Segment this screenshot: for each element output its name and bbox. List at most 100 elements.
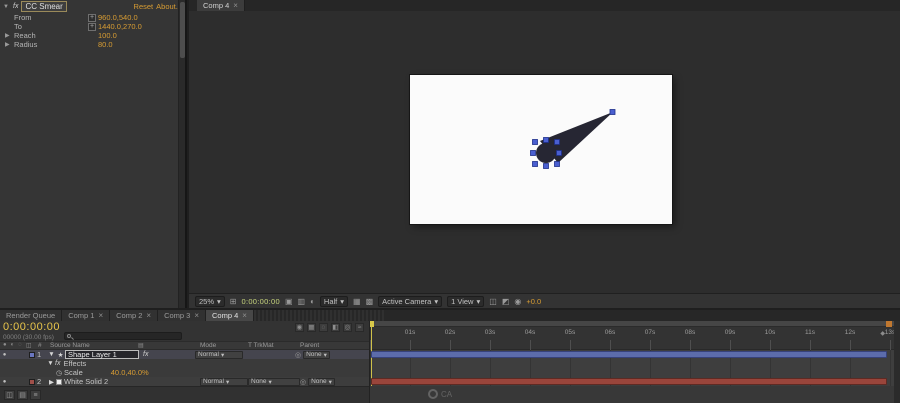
snapshot-icon[interactable]: ▣ xyxy=(285,296,293,307)
pixel-aspect-icon[interactable]: ◫ xyxy=(489,296,497,307)
expand-transfer-icon[interactable]: ▤ xyxy=(17,390,28,400)
toggle-switches-modes-icon[interactable]: ≡ xyxy=(30,390,41,400)
effect-expander-icon[interactable]: ▼ xyxy=(3,4,10,10)
parent-select[interactable]: None ▾ xyxy=(303,351,330,359)
close-icon[interactable]: × xyxy=(146,311,151,320)
pickwhip-icon[interactable]: ◎ xyxy=(300,378,306,386)
property-row-scale[interactable]: ◷ Scale 40.0,40.0% xyxy=(0,368,369,377)
work-area-bar[interactable] xyxy=(370,321,894,327)
layer-color-chip[interactable] xyxy=(29,379,35,385)
close-icon[interactable]: × xyxy=(242,311,247,320)
motion-blur-icon[interactable]: ◎ xyxy=(343,323,352,332)
trkmat-column-header[interactable]: T TrkMat xyxy=(248,342,300,349)
shy-icon[interactable]: ◌ xyxy=(319,323,328,332)
layer-expander-icon[interactable]: ▼ xyxy=(47,351,56,358)
layer-row-white-solid-2[interactable]: ● 2 ▶ White Solid 2 Normal ▾ xyxy=(0,377,369,386)
layer-bar-shape-layer-1[interactable] xyxy=(371,351,887,358)
layer-switches[interactable]: fx xyxy=(139,351,195,358)
zoom-select[interactable]: 25% ▾ xyxy=(195,296,225,307)
work-area-end-handle[interactable] xyxy=(886,321,892,327)
exposure-value[interactable]: +0.0 xyxy=(526,297,541,306)
comp-marker-bin-icon[interactable]: ◆ xyxy=(880,330,885,337)
tab-comp-2[interactable]: Comp 2 × xyxy=(110,310,158,321)
timeline-vertical-scrollbar[interactable] xyxy=(894,321,900,403)
fx-switch-icon[interactable]: fx xyxy=(143,351,148,358)
param-value[interactable]: 80.0 xyxy=(98,40,113,49)
tab-comp-4-timeline[interactable]: Comp 4 × xyxy=(206,310,254,321)
tab-render-queue[interactable]: Render Queue xyxy=(0,310,62,321)
composition-viewport[interactable] xyxy=(410,75,672,224)
blend-mode-select[interactable]: Normal ▾ xyxy=(195,351,243,359)
close-icon[interactable]: × xyxy=(98,311,103,320)
layer-color-chip[interactable] xyxy=(29,352,35,358)
draft-3d-icon[interactable]: ▦ xyxy=(307,323,316,332)
group-expander-icon[interactable]: ▼ xyxy=(46,360,55,367)
show-snapshot-icon[interactable]: ▥ xyxy=(298,296,306,307)
close-icon[interactable]: × xyxy=(233,1,238,10)
parent-column-header[interactable]: Parent xyxy=(300,342,366,349)
point-picker-icon[interactable]: + xyxy=(88,14,96,22)
effect-reset-link[interactable]: Reset xyxy=(134,2,154,11)
tab-label: Comp 1 xyxy=(68,311,94,320)
search-box[interactable] xyxy=(64,332,182,340)
camera-select[interactable]: Active Camera ▾ xyxy=(378,296,442,307)
live-update-icon[interactable]: ◉ xyxy=(295,323,304,332)
param-value[interactable]: 1440.0,270.0 xyxy=(98,22,142,31)
tab-label: Comp 4 xyxy=(203,1,229,10)
search-input[interactable] xyxy=(74,333,179,339)
property-group-row-effects[interactable]: ▼ fx Effects xyxy=(0,359,369,368)
tab-label: Comp 2 xyxy=(116,311,142,320)
layer-number: 1 xyxy=(37,350,47,359)
source-name-column-header[interactable]: Source Name xyxy=(50,342,138,349)
fast-preview-icon[interactable]: ◩ xyxy=(502,296,510,307)
panel-drag-grip[interactable] xyxy=(254,310,384,321)
channels-icon[interactable]: ◐ xyxy=(310,296,315,307)
switches-column-header: ▤ xyxy=(138,342,200,349)
layer-name[interactable]: White Solid 2 xyxy=(64,377,144,386)
view-layout-select[interactable]: 1 View ▾ xyxy=(447,296,484,307)
effect-controls-scrollbar[interactable] xyxy=(178,0,185,308)
transparency-grid-icon[interactable]: ▩ xyxy=(366,296,374,307)
layer-name-edit-field[interactable]: Shape Layer 1 xyxy=(65,350,139,359)
param-expander-icon[interactable]: ▶ xyxy=(5,32,12,39)
timeline-panel: Render Queue Comp 1 × Comp 2 × Comp 3 × … xyxy=(0,310,900,403)
timeline-tabstrip: Render Queue Comp 1 × Comp 2 × Comp 3 × … xyxy=(0,310,900,321)
scale-value[interactable]: 40.0,40.0% xyxy=(111,368,149,377)
layer-row-shape-layer-1[interactable]: ● 1 ▼ ★ Shape Layer 1 fx Normal ▾ xyxy=(0,350,369,359)
visibility-toggle-icon[interactable]: ● xyxy=(0,379,9,385)
visibility-toggle-icon[interactable]: ● xyxy=(0,352,9,358)
param-value[interactable]: 100.0 xyxy=(98,31,117,40)
point-picker-icon[interactable]: + xyxy=(88,23,96,31)
expand-switches-icon[interactable]: ◫ xyxy=(4,390,15,400)
tab-comp-1[interactable]: Comp 1 × xyxy=(62,310,110,321)
layer-bar-white-solid-2[interactable] xyxy=(371,378,887,385)
scrollbar-thumb[interactable] xyxy=(180,2,185,58)
param-expander-icon[interactable]: ▶ xyxy=(5,41,12,48)
time-ruler[interactable]: 01s 02s 03s 04s 05s 06s 07s 08s 09s 10s … xyxy=(370,321,894,350)
trkmat-select[interactable]: None ▾ xyxy=(248,378,300,386)
region-of-interest-icon[interactable]: ▦ xyxy=(353,296,361,307)
parent-select[interactable]: None ▾ xyxy=(308,378,335,386)
current-time-display[interactable]: 0:00:00:00 xyxy=(3,321,60,333)
comp-timecode[interactable]: 0:00:00:00 xyxy=(241,297,279,306)
param-label: From xyxy=(14,13,86,22)
effect-name[interactable]: CC Smear xyxy=(21,1,66,12)
mode-column-header[interactable]: Mode xyxy=(200,342,248,349)
blend-mode-select[interactable]: Normal ▾ xyxy=(200,378,248,386)
tab-comp-4[interactable]: Comp 4 × xyxy=(197,0,245,11)
composition-tabstrip: Comp 4 × xyxy=(189,0,900,11)
graph-editor-icon[interactable]: ≈ xyxy=(355,323,364,332)
exposure-icon[interactable]: ◉ xyxy=(514,296,521,307)
close-icon[interactable]: × xyxy=(194,311,199,320)
frame-blend-icon[interactable]: ◧ xyxy=(331,323,340,332)
property-label[interactable]: Scale xyxy=(64,368,83,377)
param-value[interactable]: 960.0,540.0 xyxy=(98,13,138,22)
pickwhip-icon[interactable]: ◎ xyxy=(295,351,301,359)
property-group-label[interactable]: Effects xyxy=(63,359,86,368)
smear-blob[interactable] xyxy=(536,143,556,163)
stopwatch-icon[interactable]: ◷ xyxy=(54,369,64,377)
tab-comp-3[interactable]: Comp 3 × xyxy=(158,310,206,321)
resolution-select[interactable]: Half ▾ xyxy=(320,296,348,307)
safe-margins-icon[interactable]: ⊞ xyxy=(230,296,237,307)
layer-expander-icon[interactable]: ▶ xyxy=(47,378,56,386)
